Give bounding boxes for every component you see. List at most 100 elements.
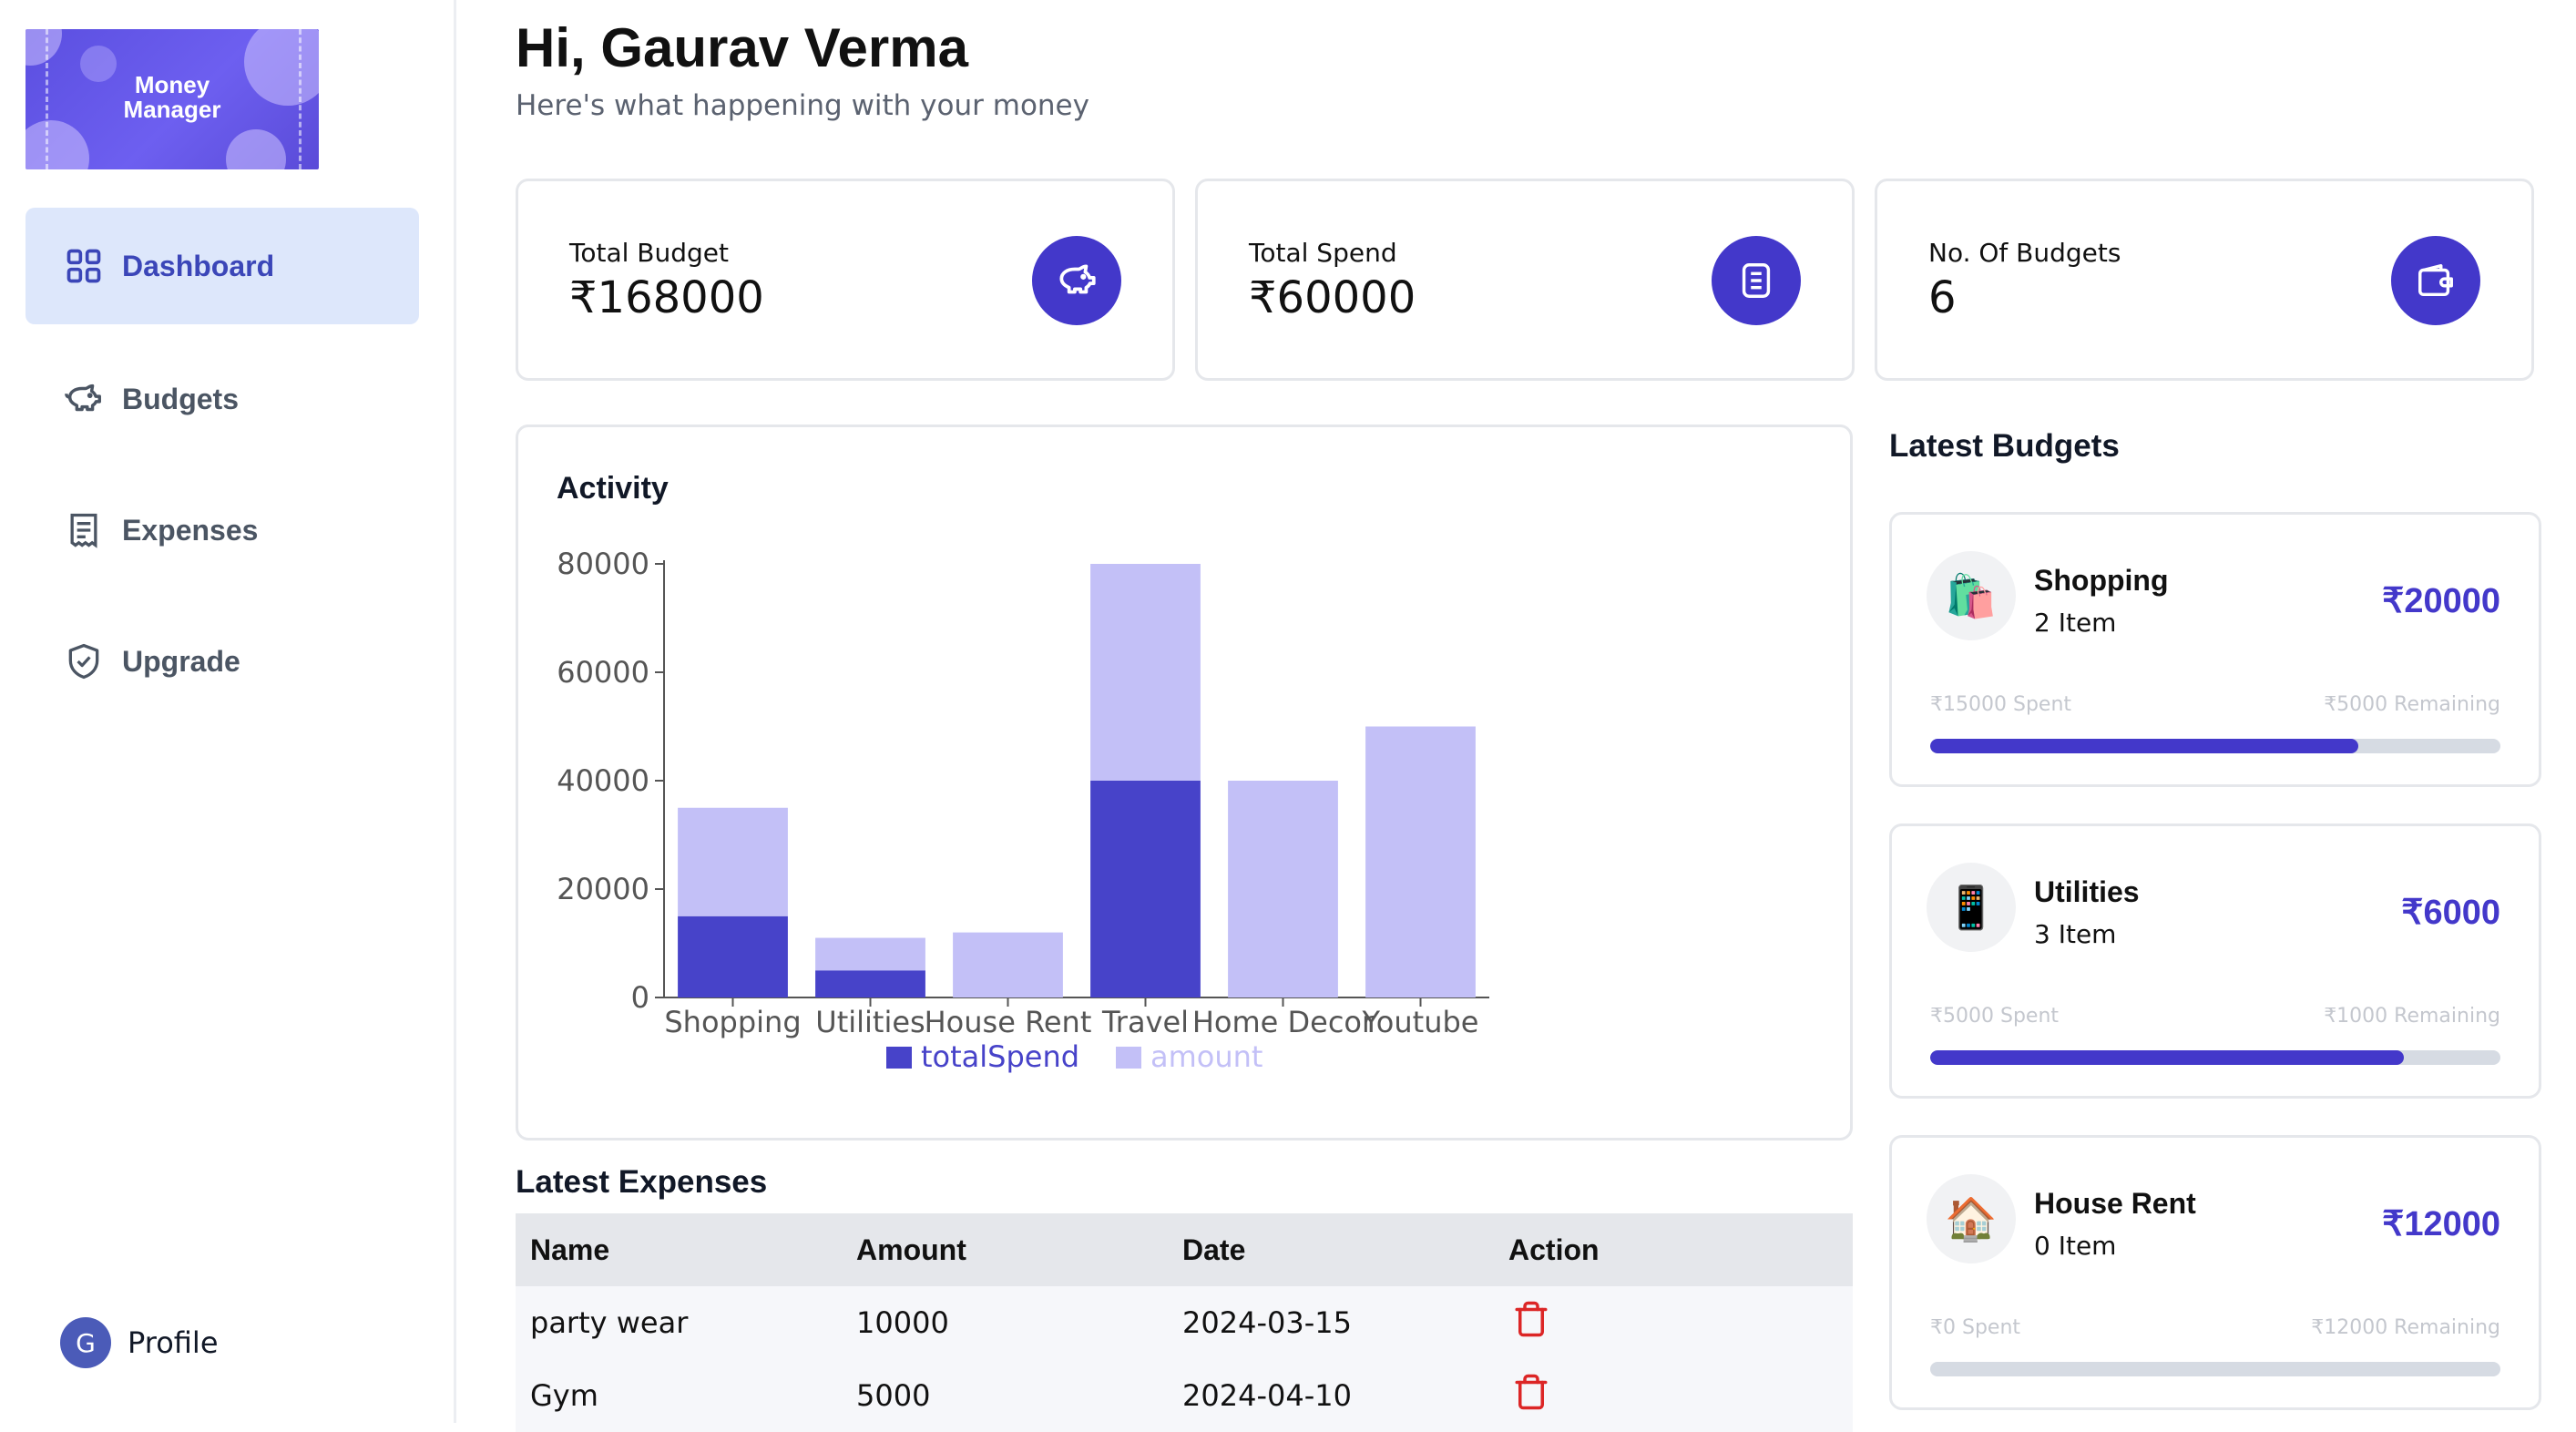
budget-progress-track [1930, 1050, 2500, 1065]
x-tick-label: House Rent [925, 1005, 1092, 1039]
budget-amount: ₹20000 [2382, 582, 2500, 620]
budget-spent: ₹15000 Spent [1930, 693, 2072, 716]
mobile-phone-icon: 📱 [1927, 863, 2016, 952]
y-tick-label: 40000 [557, 763, 649, 798]
x-tick-label: Home Decor [1192, 1005, 1375, 1039]
budget-remaining: ₹1000 Remaining [2324, 1005, 2500, 1028]
x-tick-label: Shopping [664, 1005, 801, 1039]
trash-icon[interactable] [1512, 1372, 1550, 1419]
expense-action [1494, 1299, 1820, 1346]
activity-card: Activity 0 20000 40000 60000 80000 Shopping Ut… [516, 424, 1853, 1140]
sidebar-item-dashboard[interactable]: Dashboard [26, 208, 419, 324]
x-tick-label: Youtube [1362, 1005, 1479, 1039]
expense-amount: 5000 [856, 1378, 931, 1413]
logo-text-line1: Money [134, 71, 210, 98]
legend-swatch [886, 1047, 912, 1069]
logo-text-line2: Manager [123, 96, 221, 123]
expense-date: 2024-04-10 [1182, 1378, 1352, 1413]
legend-label: totalSpend [921, 1039, 1079, 1074]
expense-date: 2024-03-15 [1182, 1305, 1352, 1340]
budget-item-count: 0 Item [2034, 1231, 2117, 1261]
expense-name: party wear [530, 1305, 689, 1340]
avatar: G [60, 1317, 111, 1368]
bar-amount [1228, 781, 1338, 997]
sidebar-item-upgrade[interactable]: Upgrade [26, 603, 419, 720]
sidebar: Money Manager Dashboard Budgets Expenses… [0, 0, 456, 1423]
x-tick-label: Utilities [815, 1005, 925, 1039]
expense-action [1494, 1372, 1820, 1419]
table-row: party wear 10000 2024-03-15 [516, 1286, 1853, 1359]
budget-spent: ₹5000 Spent [1930, 1005, 2060, 1028]
sidebar-item-label: Expenses [122, 513, 259, 547]
column-header-amount[interactable]: Amount [842, 1233, 1168, 1267]
stat-card-number-of-budgets: No. Of Budgets 6 [1875, 179, 2534, 381]
shield-check-icon [62, 639, 106, 683]
budget-remaining: ₹5000 Remaining [2324, 693, 2500, 716]
wallet-icon [2391, 236, 2480, 325]
budget-name: Utilities [2034, 875, 2140, 908]
budget-amount: ₹6000 [2401, 894, 2500, 932]
sidebar-item-budgets[interactable]: Budgets [26, 341, 419, 457]
column-header-action: Action [1508, 1233, 1600, 1266]
budget-spent: ₹0 Spent [1930, 1316, 2021, 1339]
receipt-icon [1712, 236, 1801, 325]
bar-amount [815, 937, 925, 971]
profile-button[interactable]: G Profile [60, 1317, 219, 1368]
shopping-bag-icon: 🛍️ [1927, 551, 2016, 640]
profile-label: Profile [128, 1325, 219, 1360]
stat-card-total-budget: Total Budget ₹168000 [516, 179, 1175, 381]
latest-expenses-title: Latest Expenses [516, 1164, 768, 1200]
legend-label: amount [1150, 1039, 1262, 1074]
budget-progress-track [1930, 739, 2500, 753]
latest-budgets-title: Latest Budgets [1889, 428, 2120, 464]
receipt-icon [62, 508, 106, 552]
budget-item-count: 2 Item [2034, 608, 2117, 638]
budget-progress-fill [1930, 739, 2358, 753]
budget-remaining: ₹12000 Remaining [2311, 1316, 2500, 1339]
stat-value: ₹60000 [1249, 272, 1416, 323]
stat-label: No. Of Budgets [1928, 238, 2121, 268]
expense-amount: 10000 [856, 1305, 949, 1340]
y-tick-label: 80000 [557, 547, 649, 581]
legend-swatch [1116, 1047, 1141, 1069]
budget-name: Shopping [2034, 564, 2169, 597]
budget-item-count: 3 Item [2034, 919, 2117, 949]
stat-label: Total Spend [1249, 238, 1397, 268]
piggy-bank-icon [1032, 236, 1121, 325]
y-tick-label: 0 [631, 980, 649, 1015]
budget-card-house-rent[interactable]: 🏠 House Rent 0 Item ₹12000 ₹0 Spent ₹120… [1889, 1135, 2541, 1410]
budget-name: House Rent [2034, 1187, 2196, 1220]
app-logo[interactable]: Money Manager [26, 29, 319, 169]
column-header-name[interactable]: Name [516, 1233, 842, 1267]
page-title: Hi, Gaurav Verma [516, 17, 968, 78]
column-header-date[interactable]: Date [1168, 1233, 1494, 1267]
stat-card-total-spend: Total Spend ₹60000 [1195, 179, 1855, 381]
bar-amount [953, 932, 1063, 997]
y-tick-label: 60000 [557, 655, 649, 690]
table-header: Name Amount Date Action [516, 1213, 1853, 1286]
table-row: Gym 5000 2024-04-10 [516, 1359, 1853, 1432]
piggy-bank-icon [62, 377, 106, 421]
activity-chart: 020000400006000080000Shopping UtilitiesHo… [557, 547, 1489, 1074]
budget-card-shopping[interactable]: 🛍️ Shopping 2 Item ₹20000 ₹15000 Spent ₹… [1889, 512, 2541, 787]
x-tick-label: Travel [1101, 1005, 1189, 1039]
page-subtitle: Here's what happening with your money [516, 89, 1089, 122]
expense-name: Gym [530, 1378, 598, 1413]
y-tick-label: 20000 [557, 872, 649, 906]
trash-icon[interactable] [1512, 1299, 1550, 1346]
budget-amount: ₹12000 [2382, 1205, 2500, 1243]
grid-icon [62, 244, 106, 288]
stat-value: 6 [1928, 272, 1957, 323]
bar-amount [1090, 564, 1201, 781]
sidebar-item-label: Budgets [122, 382, 239, 415]
budget-progress-track [1930, 1362, 2500, 1376]
bar-amount [1365, 726, 1476, 997]
bar-totalSpend [678, 915, 788, 997]
bar-totalSpend [1090, 781, 1201, 997]
sidebar-item-label: Upgrade [122, 644, 240, 678]
budget-card-utilities[interactable]: 📱 Utilities 3 Item ₹6000 ₹5000 Spent ₹10… [1889, 823, 2541, 1099]
sidebar-item-expenses[interactable]: Expenses [26, 472, 419, 588]
stat-label: Total Budget [569, 238, 729, 268]
sidebar-item-label: Dashboard [122, 249, 275, 282]
expenses-table: Name Amount Date Action party wear 10000… [516, 1213, 1853, 1432]
